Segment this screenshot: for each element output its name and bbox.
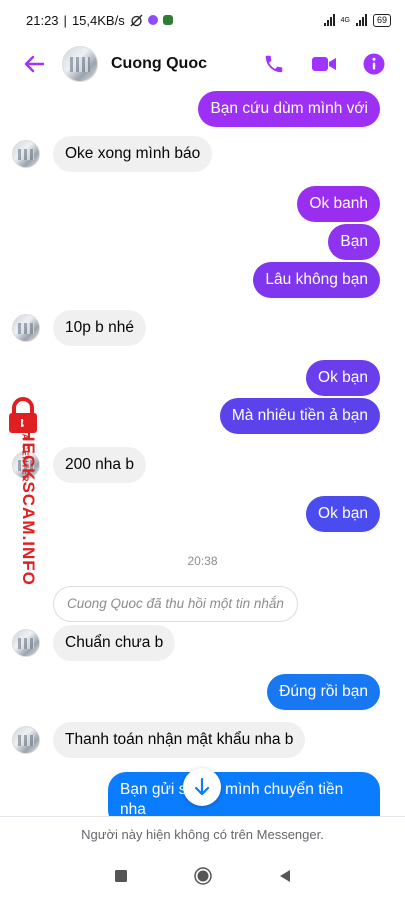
message-row: Ok bạn xyxy=(0,496,405,532)
message-row: Bạn cứu dùm mình với xyxy=(0,91,405,127)
battery-indicator: 69 xyxy=(372,13,391,27)
status-right: 4G 69 xyxy=(323,13,391,27)
recents-button[interactable] xyxy=(114,869,128,883)
signal-icon xyxy=(323,14,335,26)
message-row: Bạn xyxy=(0,224,405,260)
outgoing-message[interactable]: Ok banh xyxy=(297,186,380,222)
back-button[interactable] xyxy=(16,46,52,82)
status-bar: 21:23 | 15,4KB/s 4G 69 xyxy=(0,0,405,40)
scroll-to-bottom-button[interactable] xyxy=(183,768,221,806)
incoming-message[interactable]: Oke xong mình báo xyxy=(53,136,213,172)
home-button[interactable] xyxy=(193,867,212,885)
checkscam-watermark: DATA CENTER CHECKSCAM.INFO xyxy=(0,396,50,596)
message-row: Thanh toán nhận mật khẩu nha b xyxy=(0,722,405,758)
contact-avatar-small[interactable] xyxy=(12,140,40,168)
network-type: 4G xyxy=(340,16,350,24)
message-row: Oke xong mình báo xyxy=(0,136,405,172)
back-arrow-icon xyxy=(24,55,45,73)
outgoing-message[interactable]: Ok bạn xyxy=(306,496,380,532)
watermark-brand: CHECKSCAM.INFO xyxy=(19,416,38,586)
signal-icon-2 xyxy=(355,14,367,26)
message-row: Lâu không bạn xyxy=(0,262,405,298)
incoming-message[interactable]: Thanh toán nhận mật khẩu nha b xyxy=(53,722,306,758)
incoming-message[interactable]: 10p b nhé xyxy=(53,310,146,346)
app-notif-icon xyxy=(162,15,173,25)
arrow-down-icon xyxy=(194,778,210,796)
info-icon xyxy=(363,53,385,75)
message-row: Ok banh xyxy=(0,186,405,222)
alarm-off-icon xyxy=(130,14,143,26)
outgoing-message[interactable]: Lâu không bạn xyxy=(253,262,380,298)
info-button[interactable] xyxy=(359,49,389,79)
video-camera-icon xyxy=(312,57,336,71)
phone-icon xyxy=(265,55,283,73)
incoming-message[interactable]: Chuẩn chưa b xyxy=(53,625,176,661)
contact-avatar[interactable] xyxy=(62,46,98,82)
contact-avatar-small[interactable] xyxy=(12,726,40,754)
voice-call-button[interactable] xyxy=(259,49,289,79)
message-row: 200 nha b xyxy=(0,447,405,483)
message-row: 10p b nhé xyxy=(0,310,405,346)
status-speed: 15,4KB/s xyxy=(71,12,125,28)
contact-avatar-small[interactable] xyxy=(12,629,40,657)
message-row: Ok bạn xyxy=(0,360,405,396)
unavailable-notice: Người này hiện không có trên Messenger. xyxy=(0,816,405,852)
message-row: Đúng rồi bạn xyxy=(0,674,405,710)
message-row: Chuẩn chưa b xyxy=(0,625,405,661)
message-row: Mà nhiêu tiền ả bạn xyxy=(0,398,405,434)
message-list[interactable]: Bạn cứu dùm mình với Oke xong mình báo O… xyxy=(0,88,405,816)
android-nav-bar xyxy=(0,852,405,900)
conversation-header: Cuong Quoc xyxy=(0,40,405,88)
video-call-button[interactable] xyxy=(309,49,339,79)
outgoing-message[interactable]: Đúng rồi bạn xyxy=(267,674,380,710)
contact-name[interactable]: Cuong Quoc xyxy=(111,55,207,73)
status-left: 21:23 | 15,4KB/s xyxy=(26,13,173,28)
outgoing-message[interactable]: Ok bạn xyxy=(306,360,380,396)
header-actions xyxy=(259,49,393,79)
timestamp-divider: 20:38 xyxy=(187,554,218,568)
messenger-notif-icon xyxy=(147,15,158,25)
outgoing-message[interactable]: Mà nhiêu tiền ả bạn xyxy=(219,398,380,434)
incoming-message[interactable]: 200 nha b xyxy=(53,447,146,483)
back-nav-button[interactable] xyxy=(278,869,292,883)
outgoing-message-multiline[interactable]: Bạn gửi s... để mình chuyển tiền nha xyxy=(108,772,380,816)
contact-avatar-small[interactable] xyxy=(12,314,40,342)
status-separator: | xyxy=(63,12,67,28)
outgoing-message[interactable]: Bạn cứu dùm mình với xyxy=(198,91,380,127)
outgoing-message[interactable]: Bạn xyxy=(328,224,380,260)
recalled-message-notice: Cuong Quoc đã thu hồi một tin nhắn xyxy=(53,586,298,622)
status-time: 21:23 xyxy=(26,12,59,28)
